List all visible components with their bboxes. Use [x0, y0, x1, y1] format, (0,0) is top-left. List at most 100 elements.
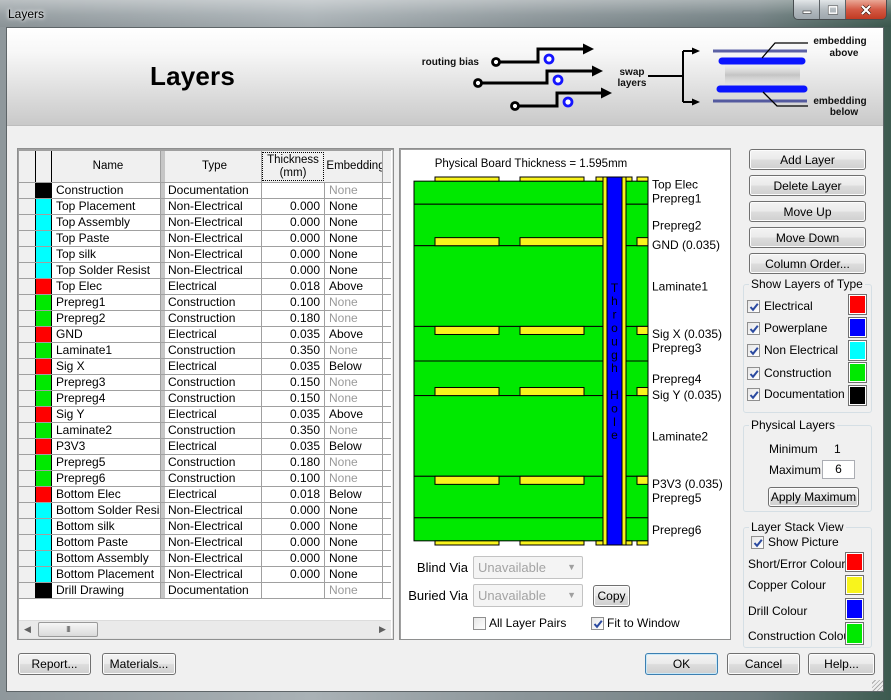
- layer-color-swatch[interactable]: [36, 327, 52, 342]
- layer-thickness-cell[interactable]: 0.000: [262, 519, 325, 534]
- layer-type-cell[interactable]: Non-Electrical: [165, 519, 262, 534]
- scrollbar-thumb[interactable]: III: [38, 622, 98, 637]
- report-button[interactable]: Report...: [18, 653, 91, 675]
- layer-embedding-cell[interactable]: None: [325, 503, 383, 518]
- layer-embedding-cell[interactable]: None: [325, 199, 383, 214]
- layer-thickness-cell[interactable]: [262, 583, 325, 598]
- layer-type-color-button[interactable]: [848, 317, 867, 338]
- arrow-right-icon[interactable]: ▶: [379, 624, 386, 635]
- layer-type-color-button[interactable]: [848, 294, 867, 315]
- row-header[interactable]: [19, 535, 36, 550]
- copy-button[interactable]: Copy: [593, 585, 630, 607]
- row-header[interactable]: [19, 359, 36, 374]
- layer-type-cell[interactable]: Non-Electrical: [165, 199, 262, 214]
- layer-type-color-button[interactable]: [848, 362, 867, 383]
- row-header[interactable]: [19, 375, 36, 390]
- table-row[interactable]: Prepreg1 Construction 0.100 None: [19, 295, 391, 311]
- layer-color-swatch[interactable]: [36, 183, 52, 198]
- layer-color-swatch[interactable]: [36, 279, 52, 294]
- layer-type-cell[interactable]: Construction: [165, 391, 262, 406]
- layer-type-color-button[interactable]: [848, 340, 867, 361]
- layer-type-cell[interactable]: Non-Electrical: [165, 263, 262, 278]
- close-button[interactable]: [846, 0, 886, 19]
- layer-embedding-cell[interactable]: None: [325, 231, 383, 246]
- table-row[interactable]: Prepreg5 Construction 0.180 None: [19, 455, 391, 471]
- layer-type-checkbox[interactable]: [747, 367, 760, 380]
- row-header[interactable]: [19, 471, 36, 486]
- table-row[interactable]: P3V3 Electrical 0.035 Below: [19, 439, 391, 455]
- layer-name-cell[interactable]: Bottom Elec: [52, 487, 161, 502]
- all-layer-pairs-label[interactable]: All Layer Pairs: [489, 616, 566, 630]
- layer-name-cell[interactable]: Prepreg5: [52, 455, 161, 470]
- materials-button[interactable]: Materials...: [102, 653, 176, 675]
- layer-thickness-cell[interactable]: 0.000: [262, 551, 325, 566]
- layer-thickness-cell[interactable]: 0.150: [262, 391, 325, 406]
- layer-color-swatch[interactable]: [36, 439, 52, 454]
- layer-name-cell[interactable]: Bottom Placement: [52, 567, 161, 582]
- layer-type-cell[interactable]: Construction: [165, 471, 262, 486]
- layer-color-swatch[interactable]: [36, 567, 52, 582]
- layer-color-swatch[interactable]: [36, 503, 52, 518]
- help-button[interactable]: Help...: [808, 653, 875, 675]
- table-row[interactable]: Bottom silk Non-Electrical 0.000 None: [19, 519, 391, 535]
- table-row[interactable]: Prepreg2 Construction 0.180 None: [19, 311, 391, 327]
- minimize-button[interactable]: [794, 0, 820, 19]
- layer-embedding-cell[interactable]: Below: [325, 359, 383, 374]
- layer-thickness-cell[interactable]: 0.350: [262, 343, 325, 358]
- row-header[interactable]: [19, 567, 36, 582]
- show-picture-checkbox[interactable]: [751, 536, 764, 549]
- layer-embedding-cell[interactable]: Above: [325, 327, 383, 342]
- row-header[interactable]: [19, 215, 36, 230]
- row-header[interactable]: [19, 423, 36, 438]
- layer-thickness-cell[interactable]: [262, 183, 325, 198]
- delete-layer-button[interactable]: Delete Layer: [749, 175, 866, 196]
- layer-type-cell[interactable]: Electrical: [165, 359, 262, 374]
- layer-color-swatch[interactable]: [36, 391, 52, 406]
- table-row[interactable]: Prepreg6 Construction 0.100 None: [19, 471, 391, 487]
- layer-color-swatch[interactable]: [36, 247, 52, 262]
- layer-embedding-cell[interactable]: None: [325, 535, 383, 550]
- maximize-button[interactable]: [820, 0, 846, 19]
- buried-via-select[interactable]: Unavailable ▼: [473, 584, 583, 607]
- layer-name-cell[interactable]: GND: [52, 327, 161, 342]
- layer-name-cell[interactable]: Laminate2: [52, 423, 161, 438]
- colour-picker-button[interactable]: [845, 552, 864, 572]
- layer-type-checkbox[interactable]: [747, 388, 760, 401]
- add-layer-button[interactable]: Add Layer: [749, 149, 866, 170]
- layer-thickness-cell[interactable]: 0.035: [262, 439, 325, 454]
- layer-embedding-cell[interactable]: None: [325, 247, 383, 262]
- layer-name-cell[interactable]: P3V3: [52, 439, 161, 454]
- layer-thickness-cell[interactable]: 0.000: [262, 199, 325, 214]
- layer-type-checkbox[interactable]: [747, 322, 760, 335]
- layer-color-swatch[interactable]: [36, 215, 52, 230]
- row-header[interactable]: [19, 487, 36, 502]
- colour-picker-button[interactable]: [845, 622, 864, 645]
- layer-name-cell[interactable]: Top silk: [52, 247, 161, 262]
- table-row[interactable]: Sig Y Electrical 0.035 Above: [19, 407, 391, 423]
- cancel-button[interactable]: Cancel: [727, 653, 800, 675]
- layer-embedding-cell[interactable]: Below: [325, 439, 383, 454]
- layer-type-cell[interactable]: Electrical: [165, 279, 262, 294]
- row-header[interactable]: [19, 519, 36, 534]
- layer-name-cell[interactable]: Top Solder Resist: [52, 263, 161, 278]
- table-row[interactable]: Prepreg3 Construction 0.150 None: [19, 375, 391, 391]
- layer-name-cell[interactable]: Top Assembly: [52, 215, 161, 230]
- table-row[interactable]: Top Elec Electrical 0.018 Above: [19, 279, 391, 295]
- layer-color-swatch[interactable]: [36, 407, 52, 422]
- column-header-embedding[interactable]: Embedding: [325, 151, 383, 182]
- row-header[interactable]: [19, 183, 36, 198]
- layer-color-swatch[interactable]: [36, 359, 52, 374]
- layer-color-swatch[interactable]: [36, 311, 52, 326]
- layer-color-swatch[interactable]: [36, 551, 52, 566]
- table-row[interactable]: Sig X Electrical 0.035 Below: [19, 359, 391, 375]
- row-header[interactable]: [19, 391, 36, 406]
- layer-type-label[interactable]: Construction: [764, 366, 831, 380]
- row-header[interactable]: [19, 199, 36, 214]
- table-row[interactable]: Bottom Paste Non-Electrical 0.000 None: [19, 535, 391, 551]
- horizontal-scrollbar[interactable]: ◀ III ▶: [19, 620, 391, 638]
- layer-thickness-cell[interactable]: 0.035: [262, 407, 325, 422]
- layer-type-label[interactable]: Electrical: [764, 299, 813, 313]
- layer-thickness-cell[interactable]: 0.000: [262, 535, 325, 550]
- layer-name-cell[interactable]: Laminate1: [52, 343, 161, 358]
- move-down-button[interactable]: Move Down: [749, 227, 866, 248]
